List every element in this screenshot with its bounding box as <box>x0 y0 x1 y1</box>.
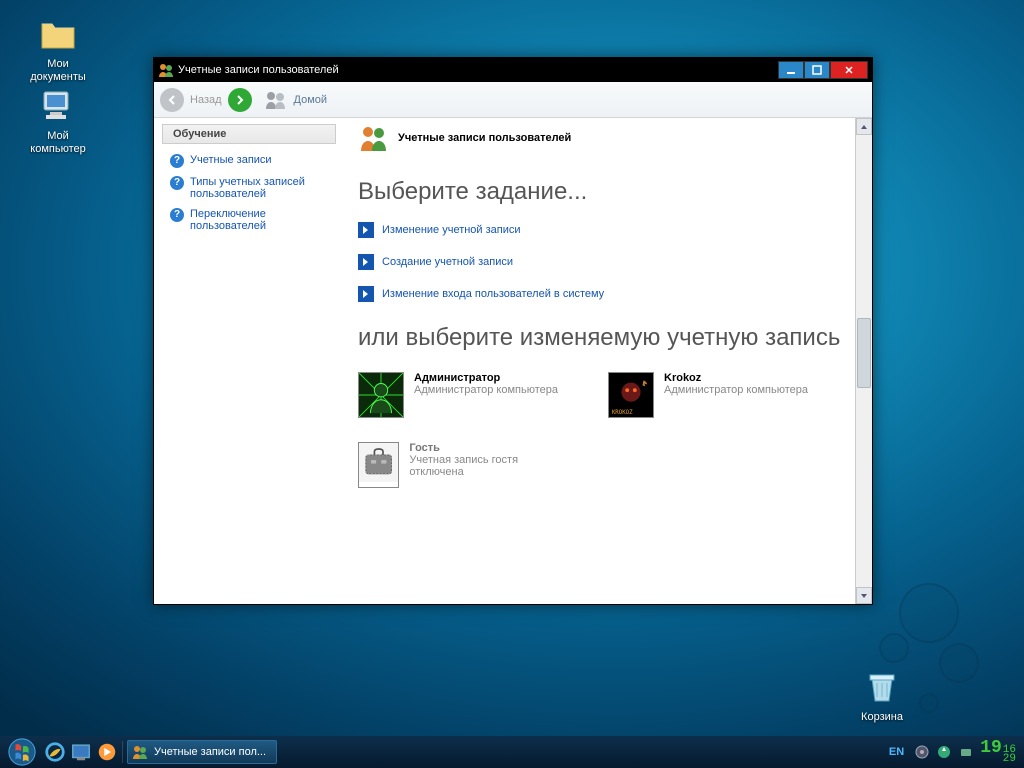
computer-icon <box>38 86 78 126</box>
task-change-account[interactable]: Изменение учетной записи <box>358 222 868 238</box>
arrow-right-icon <box>358 222 374 238</box>
task-change-logon[interactable]: Изменение входа пользователей в систему <box>358 286 868 302</box>
arrow-right-icon <box>358 254 374 270</box>
home-label[interactable]: Домой <box>294 94 328 106</box>
main-content: Учетные записи пользователей Выберите за… <box>346 118 872 604</box>
account-krokoz[interactable]: KROKOZ Krokoz Администратор компьютера <box>608 372 808 418</box>
scroll-thumb[interactable] <box>857 318 871 388</box>
titlebar[interactable]: Учетные записи пользователей <box>154 58 872 82</box>
desktop-icon-my-documents[interactable]: Мои документы <box>22 14 94 84</box>
toolbar: Назад Домой <box>154 82 872 118</box>
help-icon: ? <box>170 208 184 222</box>
users-icon <box>158 62 174 78</box>
task-label: Изменение учетной записи <box>382 224 521 236</box>
icon-label: Мои документы <box>22 58 94 84</box>
scroll-down-button[interactable] <box>856 587 872 604</box>
sidebar: Обучение ? Учетные записи ? Типы учетных з… <box>154 118 346 604</box>
sidebar-item-switch-users[interactable]: ? Переключение пользователей <box>162 204 346 236</box>
icon-label: Корзина <box>850 711 914 724</box>
account-type: Учетная запись гостя отключена <box>409 454 558 478</box>
users-icon <box>132 744 148 760</box>
account-name: Администратор <box>414 372 558 384</box>
close-button[interactable] <box>830 61 868 79</box>
sidebar-heading: Обучение <box>162 124 336 144</box>
account-name: Krokoz <box>664 372 808 384</box>
language-indicator[interactable]: EN <box>885 746 908 758</box>
desktop-icon-my-computer[interactable]: Мой компьютер <box>22 86 94 156</box>
desktop-icon-recycle-bin[interactable]: Корзина <box>850 667 914 724</box>
account-name: Гость <box>409 442 558 454</box>
maximize-button[interactable] <box>804 61 830 79</box>
scroll-up-button[interactable] <box>856 118 872 135</box>
avatar <box>358 372 404 418</box>
back-label: Назад <box>190 94 222 106</box>
taskbar-item-label: Учетные записи пол... <box>154 746 266 758</box>
avatar: KROKOZ <box>608 372 654 418</box>
tray-icon[interactable] <box>914 744 930 760</box>
help-icon: ? <box>170 176 184 190</box>
account-guest[interactable]: Гость Учетная запись гостя отключена <box>358 442 558 488</box>
account-administrator[interactable]: Администратор Администратор компьютера <box>358 372 558 418</box>
users-icon <box>358 124 388 152</box>
arrow-right-icon <box>358 286 374 302</box>
sidebar-item-account-types[interactable]: ? Типы учетных записей пользователей <box>162 172 346 204</box>
quicklaunch-ie[interactable] <box>44 741 66 763</box>
tray-icon[interactable] <box>936 744 952 760</box>
recycle-bin-icon <box>862 667 902 707</box>
account-type: Администратор компьютера <box>664 384 808 396</box>
task-label: Изменение входа пользователей в систему <box>382 288 604 300</box>
sidebar-item-label: Учетные записи <box>190 154 272 166</box>
quicklaunch-desktop[interactable] <box>70 741 92 763</box>
folder-icon <box>38 14 78 54</box>
task-label: Создание учетной записи <box>382 256 513 268</box>
task-create-account[interactable]: Создание учетной записи <box>358 254 868 270</box>
sidebar-item-label: Переключение пользователей <box>190 208 338 232</box>
quicklaunch-media[interactable] <box>96 741 118 763</box>
user-accounts-window: Учетные записи пользователей Назад Домой… <box>153 57 873 605</box>
avatar <box>358 442 399 488</box>
sidebar-item-label: Типы учетных записей пользователей <box>190 176 338 200</box>
home-icon[interactable] <box>264 90 288 110</box>
taskbar-item-user-accounts[interactable]: Учетные записи пол... <box>127 740 277 764</box>
choose-task-heading: Выберите задание... <box>358 178 868 206</box>
account-type: Администратор компьютера <box>414 384 558 396</box>
svg-text:KROKOZ: KROKOZ <box>612 410 633 416</box>
icon-label: Мой компьютер <box>22 130 94 156</box>
minimize-button[interactable] <box>778 61 804 79</box>
forward-button[interactable] <box>228 88 252 112</box>
page-title: Учетные записи пользователей <box>398 132 571 144</box>
window-title: Учетные записи пользователей <box>178 64 778 76</box>
help-icon: ? <box>170 154 184 168</box>
choose-account-heading: или выберите изменяемую учетную запись <box>358 324 868 352</box>
back-button <box>160 88 184 112</box>
vertical-scrollbar[interactable] <box>855 118 872 604</box>
start-button[interactable] <box>4 736 40 768</box>
taskbar: Учетные записи пол... EN 1916 29 <box>0 736 1024 768</box>
clock[interactable]: 1916 29 <box>980 740 1020 764</box>
tray-icon[interactable] <box>958 744 974 760</box>
sidebar-item-accounts[interactable]: ? Учетные записи <box>162 150 346 172</box>
